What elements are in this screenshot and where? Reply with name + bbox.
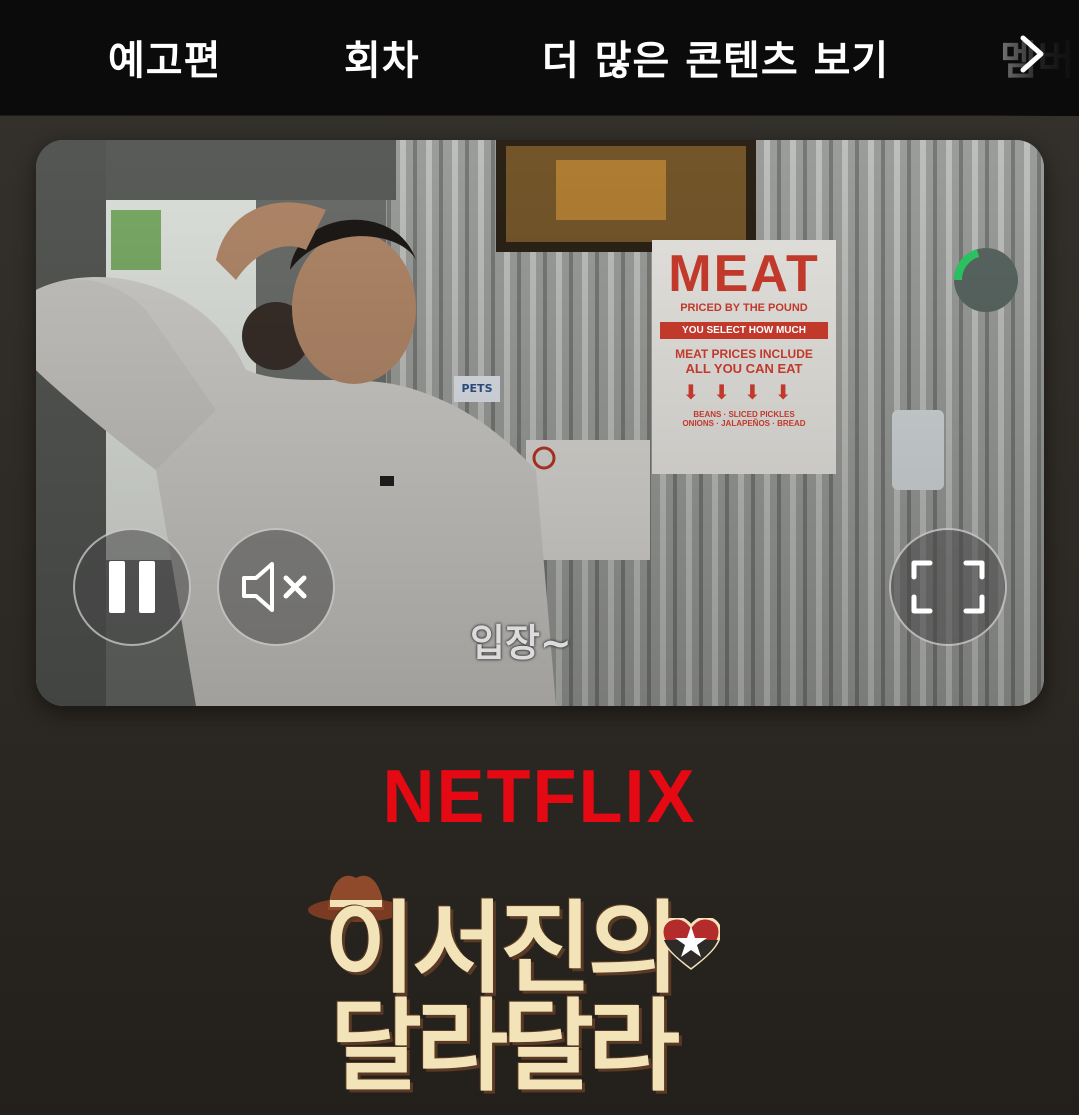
- pause-icon: [109, 561, 155, 613]
- meat-sign-line3: MEAT PRICES INCLUDE: [675, 347, 813, 361]
- meat-sign-line2: YOU SELECT HOW MUCH: [660, 322, 828, 339]
- meat-sign-line4: ALL YOU CAN EAT: [685, 361, 803, 376]
- tab-more-content[interactable]: 더 많은 콘텐츠 보기: [542, 28, 889, 86]
- chevron-right-icon[interactable]: [1013, 34, 1049, 74]
- speaker-muted-icon: [242, 562, 307, 612]
- netflix-logo: NETFLIX: [382, 755, 697, 839]
- meat-sign-line1: PRICED BY THE POUND: [680, 302, 808, 314]
- tab-trailer[interactable]: 예고편: [108, 28, 221, 86]
- top-tab-bar: 예고편 회차 더 많은 콘텐츠 보기 멤버: [0, 0, 1079, 116]
- meat-sign-arrows: ⬇⬇⬇⬇: [682, 382, 806, 404]
- meat-sign: MEAT PRICED BY THE POUND YOU SELECT HOW …: [652, 240, 836, 474]
- show-title-logo: 이서진의 달라달라: [300, 860, 780, 1110]
- meat-sign-title: MEAT: [668, 245, 820, 303]
- page: 예고편 회차 더 많은 콘텐츠 보기 멤버: [0, 0, 1079, 1115]
- video-subtitle: 입장~: [470, 621, 572, 665]
- heart-star-icon: [662, 918, 720, 970]
- meat-sign-line6: ONIONS · JALAPEÑOS · BREAD: [682, 419, 806, 428]
- fullscreen-button[interactable]: [889, 528, 1007, 646]
- meat-sign-line5: BEANS · SLICED PICKLES: [693, 410, 795, 419]
- tab-episodes[interactable]: 회차: [344, 28, 420, 86]
- fullscreen-icon: [911, 560, 985, 614]
- mute-button[interactable]: [217, 528, 335, 646]
- pets-sign: PETS: [461, 382, 493, 395]
- pause-button[interactable]: [73, 528, 191, 646]
- show-title-line2: 달라달라: [330, 988, 680, 1105]
